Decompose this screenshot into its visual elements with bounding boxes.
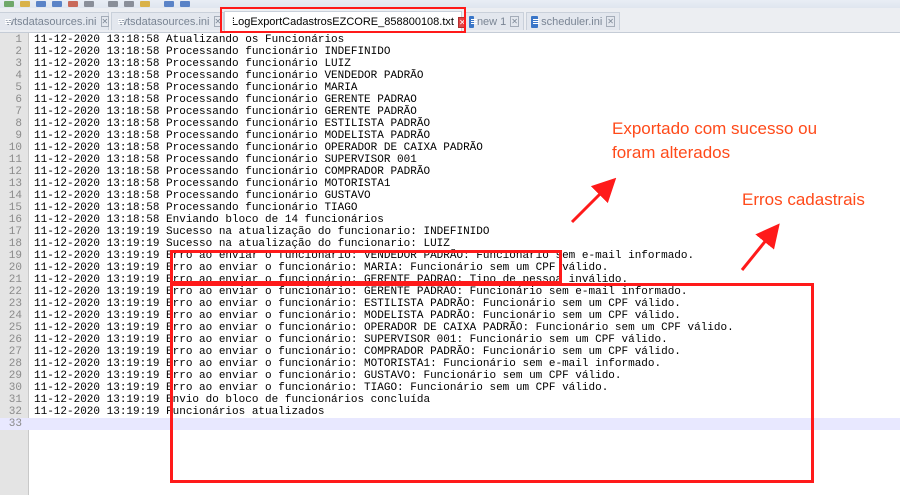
errors-arrow	[740, 223, 780, 271]
annotation-arrows	[570, 177, 780, 271]
success-arrow	[570, 177, 617, 224]
